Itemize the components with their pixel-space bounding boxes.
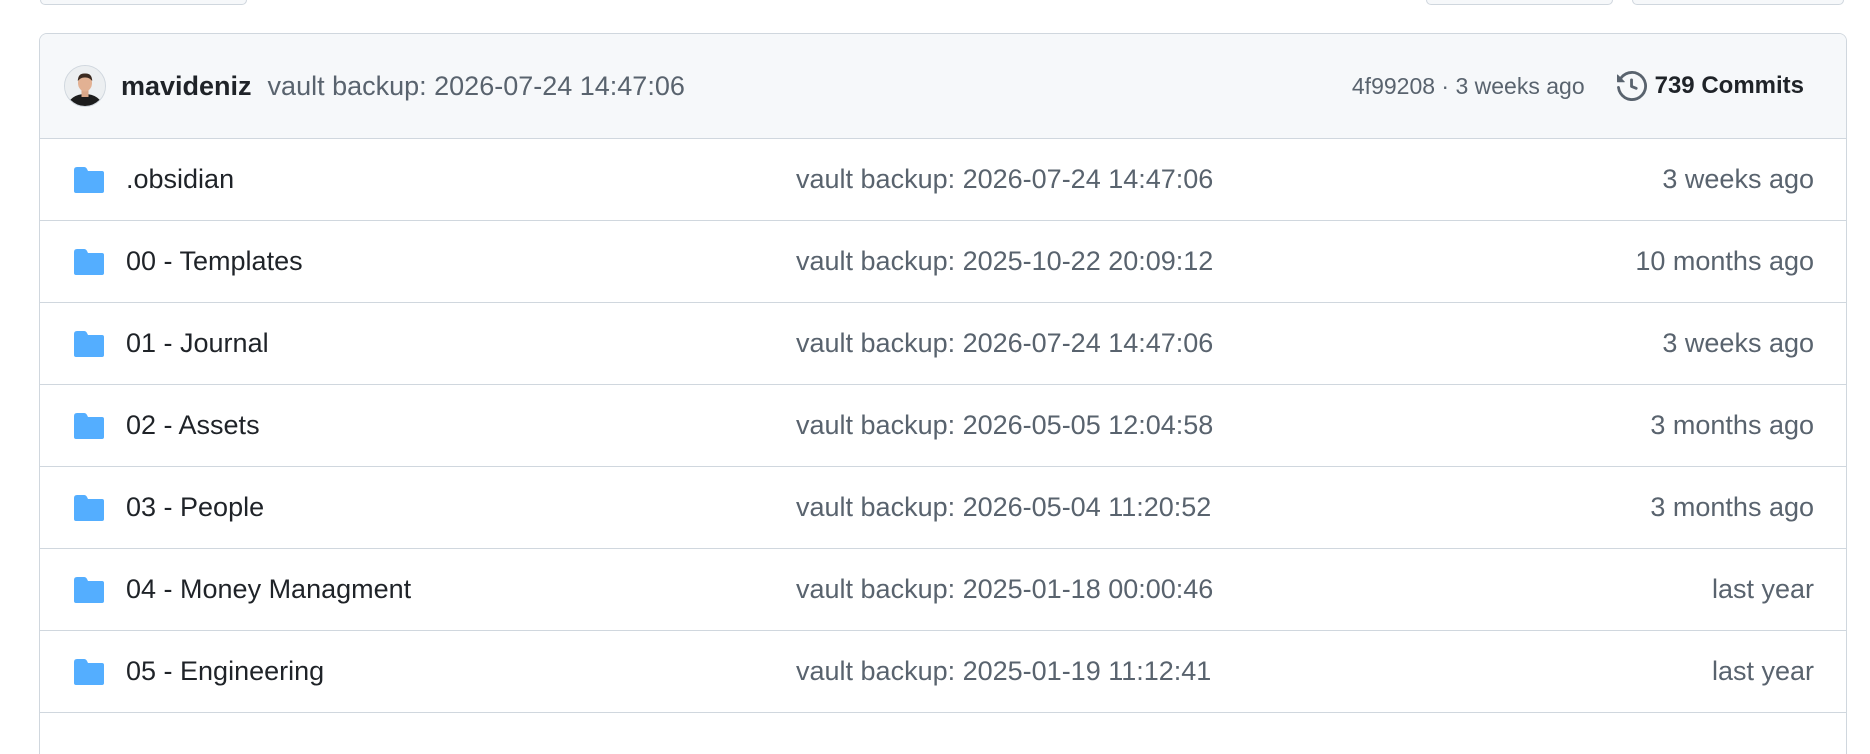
folder-icon [72,166,106,194]
top-tab-stub-mid [1426,0,1613,5]
commit-age: last year [1711,574,1814,604]
commit-message-link[interactable]: vault backup: 2025-10-22 20:09:12 [796,246,1635,277]
history-icon [1616,71,1647,101]
commits-history-link[interactable]: 739 Commits [1616,71,1804,101]
commit-message-link[interactable]: vault backup: 2026-07-24 14:47:06 [796,328,1662,359]
folder-name-link[interactable]: 04 - Money Managment [126,574,796,605]
file-list: .obsidian vault backup: 2026-07-24 14:47:… [40,139,1846,713]
folder-name-link[interactable]: 00 - Templates [126,246,796,277]
latest-commit-message[interactable]: vault backup: 2026-07-24 14:47:06 [268,71,1352,102]
file-row[interactable]: 00 - Templates vault backup: 2025-10-22 2… [40,221,1846,303]
file-row[interactable]: 05 - Engineering vault backup: 2025-01-19… [40,631,1846,713]
top-tab-stub-right [1632,0,1844,5]
folder-name-link[interactable]: 02 - Assets [126,410,796,441]
commit-message-link[interactable]: vault backup: 2025-01-19 11:12:41 [796,656,1712,687]
file-row[interactable]: 02 - Assets vault backup: 2026-05-05 12:0… [40,385,1846,467]
folder-icon [72,412,106,440]
commits-count-label: 739 Commits [1654,72,1804,99]
repo-file-browser: mavideniz vault backup: 2026-07-24 14:47… [39,33,1847,754]
folder-name-link[interactable]: .obsidian [126,164,796,195]
commit-age: 3 weeks ago [1662,328,1814,358]
commit-author-link[interactable]: mavideniz [121,71,252,102]
commit-hash-and-time[interactable]: 4f99208 · 3 weeks ago [1352,73,1585,100]
commit-message-link[interactable]: vault backup: 2026-05-04 11:20:52 [796,492,1650,523]
folder-name-link[interactable]: 03 - People [126,492,796,523]
commit-age: 10 months ago [1635,246,1814,276]
folder-name-link[interactable]: 05 - Engineering [126,656,796,687]
folder-name-link[interactable]: 01 - Journal [126,328,796,359]
folder-icon [72,494,106,522]
commit-age: 3 months ago [1650,410,1814,440]
commit-message-link[interactable]: vault backup: 2026-07-24 14:47:06 [796,164,1662,195]
top-tab-stub-left [40,0,247,5]
folder-icon [72,658,106,686]
commit-age: last year [1711,656,1814,686]
commit-message-link[interactable]: vault backup: 2025-01-18 00:00:46 [796,574,1712,605]
commit-age: 3 weeks ago [1662,164,1814,194]
file-row[interactable]: 03 - People vault backup: 2026-05-04 11:2… [40,467,1846,549]
avatar[interactable] [64,65,106,107]
file-row[interactable]: 01 - Journal vault backup: 2026-07-24 14:… [40,303,1846,385]
file-row[interactable]: .obsidian vault backup: 2026-07-24 14:47:… [40,139,1846,221]
commit-age: 3 months ago [1650,492,1814,522]
commit-message-link[interactable]: vault backup: 2026-05-05 12:04:58 [796,410,1650,441]
latest-commit-header: mavideniz vault backup: 2026-07-24 14:47… [40,34,1846,139]
folder-icon [72,248,106,276]
file-row[interactable]: 04 - Money Managment vault backup: 2025-0… [40,549,1846,631]
folder-icon [72,576,106,604]
folder-icon [72,330,106,358]
